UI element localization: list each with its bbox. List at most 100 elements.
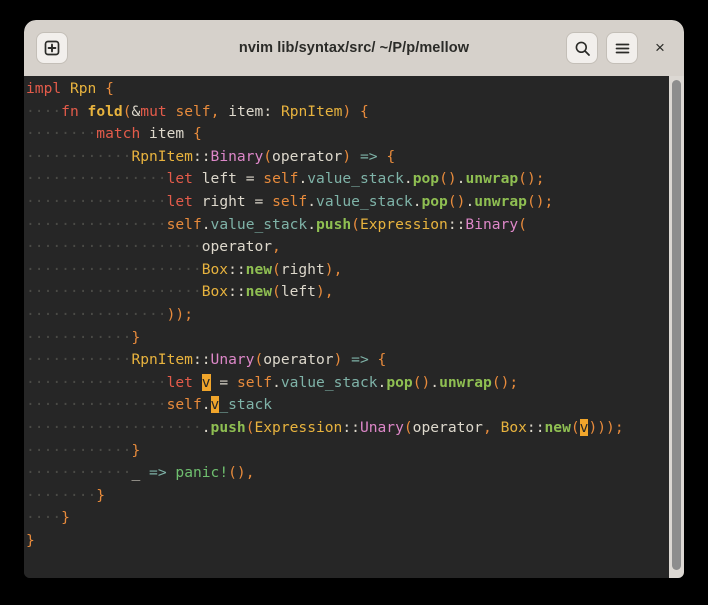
indent-guide: ···················· [26,238,202,255]
code-token: ) [527,170,536,187]
code-token: pop [386,374,412,391]
indent-guide: ···················· [26,261,202,278]
code-token: } [131,442,140,459]
code-token: { [378,351,387,368]
code-token: pop [421,193,447,210]
indent-guide: ················ [26,170,167,187]
indent-guide: ········ [26,487,96,504]
code-token: self [272,193,307,210]
code-token: :: [448,216,466,233]
code-token: ) [597,419,606,436]
code-token: = [219,374,228,391]
code-token: Binary [211,148,264,165]
code-token: => [360,148,378,165]
new-tab-button[interactable] [36,32,68,64]
indent-guide: ············ [26,329,131,346]
code-token: & [131,103,140,120]
code-token [272,103,281,120]
code-token: match [96,125,140,142]
code-token [378,148,387,165]
code-token: item [149,125,184,142]
code-token: _ [131,464,140,481]
code-token [184,125,193,142]
code-token: ( [404,419,413,436]
code-token: Rpn [70,80,96,97]
code-token: value_stack [316,193,413,210]
code-token: panic! [175,464,228,481]
code-token: :: [193,351,211,368]
search-match: v [211,396,220,413]
code-token: ) [342,103,351,120]
code-token: operator [272,148,342,165]
code-token: Box [501,419,527,436]
code-token: left [202,170,237,187]
indent-guide: ···· [26,103,61,120]
terminal-window: nvim lib/syntax/src/ ~/P/p/mellow × impl… [24,20,684,578]
code-token: push [316,216,351,233]
code-token: value_stack [211,216,308,233]
code-token: push [211,419,246,436]
code-token: { [386,148,395,165]
indent-guide: ············ [26,442,131,459]
code-token: :: [342,419,360,436]
code-token: unwrap [474,193,527,210]
code-token [263,193,272,210]
code-line: ····················operator, [26,236,624,259]
close-button[interactable]: × [646,34,674,62]
code-token: value_stack [281,374,378,391]
code-token: RpnItem [131,148,193,165]
vertical-scrollbar[interactable] [669,76,684,578]
code-token: Expression [360,216,448,233]
code-line: ············} [26,327,624,350]
code-token [219,103,228,120]
code-line: ········match item { [26,123,624,146]
indent-guide: ················ [26,396,167,413]
code-token: fn [61,103,79,120]
code-token: . [202,419,211,436]
code-token: :: [527,419,545,436]
code-line: ············} [26,440,624,463]
code-token: ( [527,193,536,210]
code-token: ) [316,283,325,300]
code-token: self [263,170,298,187]
code-token: Unary [211,351,255,368]
code-token: self [175,103,210,120]
search-button[interactable] [566,32,598,64]
code-token: pop [413,170,439,187]
code-token: } [96,487,105,504]
code-token [492,419,501,436]
editor-area[interactable]: impl Rpn {····fn fold(&mut self, item: R… [24,76,684,578]
indent-guide: ············ [26,351,131,368]
code-token: unwrap [439,374,492,391]
code-token: ( [263,148,272,165]
code-line: ····} [26,507,624,530]
code-token: operator [202,238,272,255]
code-line: ············_ => panic!(), [26,462,624,485]
code-token: => [351,351,369,368]
code-token: item [228,103,263,120]
code-line: ····fn fold(&mut self, item: RpnItem) { [26,101,624,124]
indent-guide: ········ [26,125,96,142]
code-line: ················let right = self.value_s… [26,191,624,214]
code-token: fold [88,103,123,120]
menu-button[interactable] [606,32,638,64]
code-token: . [298,170,307,187]
code-token: v [202,374,211,391]
code-token: ( [228,464,237,481]
code-token: self [167,396,202,413]
code-token: . [272,374,281,391]
code-token: ( [571,419,580,436]
code-token: self [167,216,202,233]
indent-guide: ···· [26,509,61,526]
code-token: Box [202,283,228,300]
scrollbar-thumb[interactable] [672,80,681,570]
code-token [351,103,360,120]
code-line: ················self.value_stack.push(Ex… [26,214,624,237]
code-line: ················let v = self.value_stack… [26,372,624,395]
code-token: left [281,283,316,300]
code-token: ) [448,170,457,187]
code-token: new [545,419,571,436]
code-token: { [193,125,202,142]
code-token [255,170,264,187]
code-token [193,170,202,187]
